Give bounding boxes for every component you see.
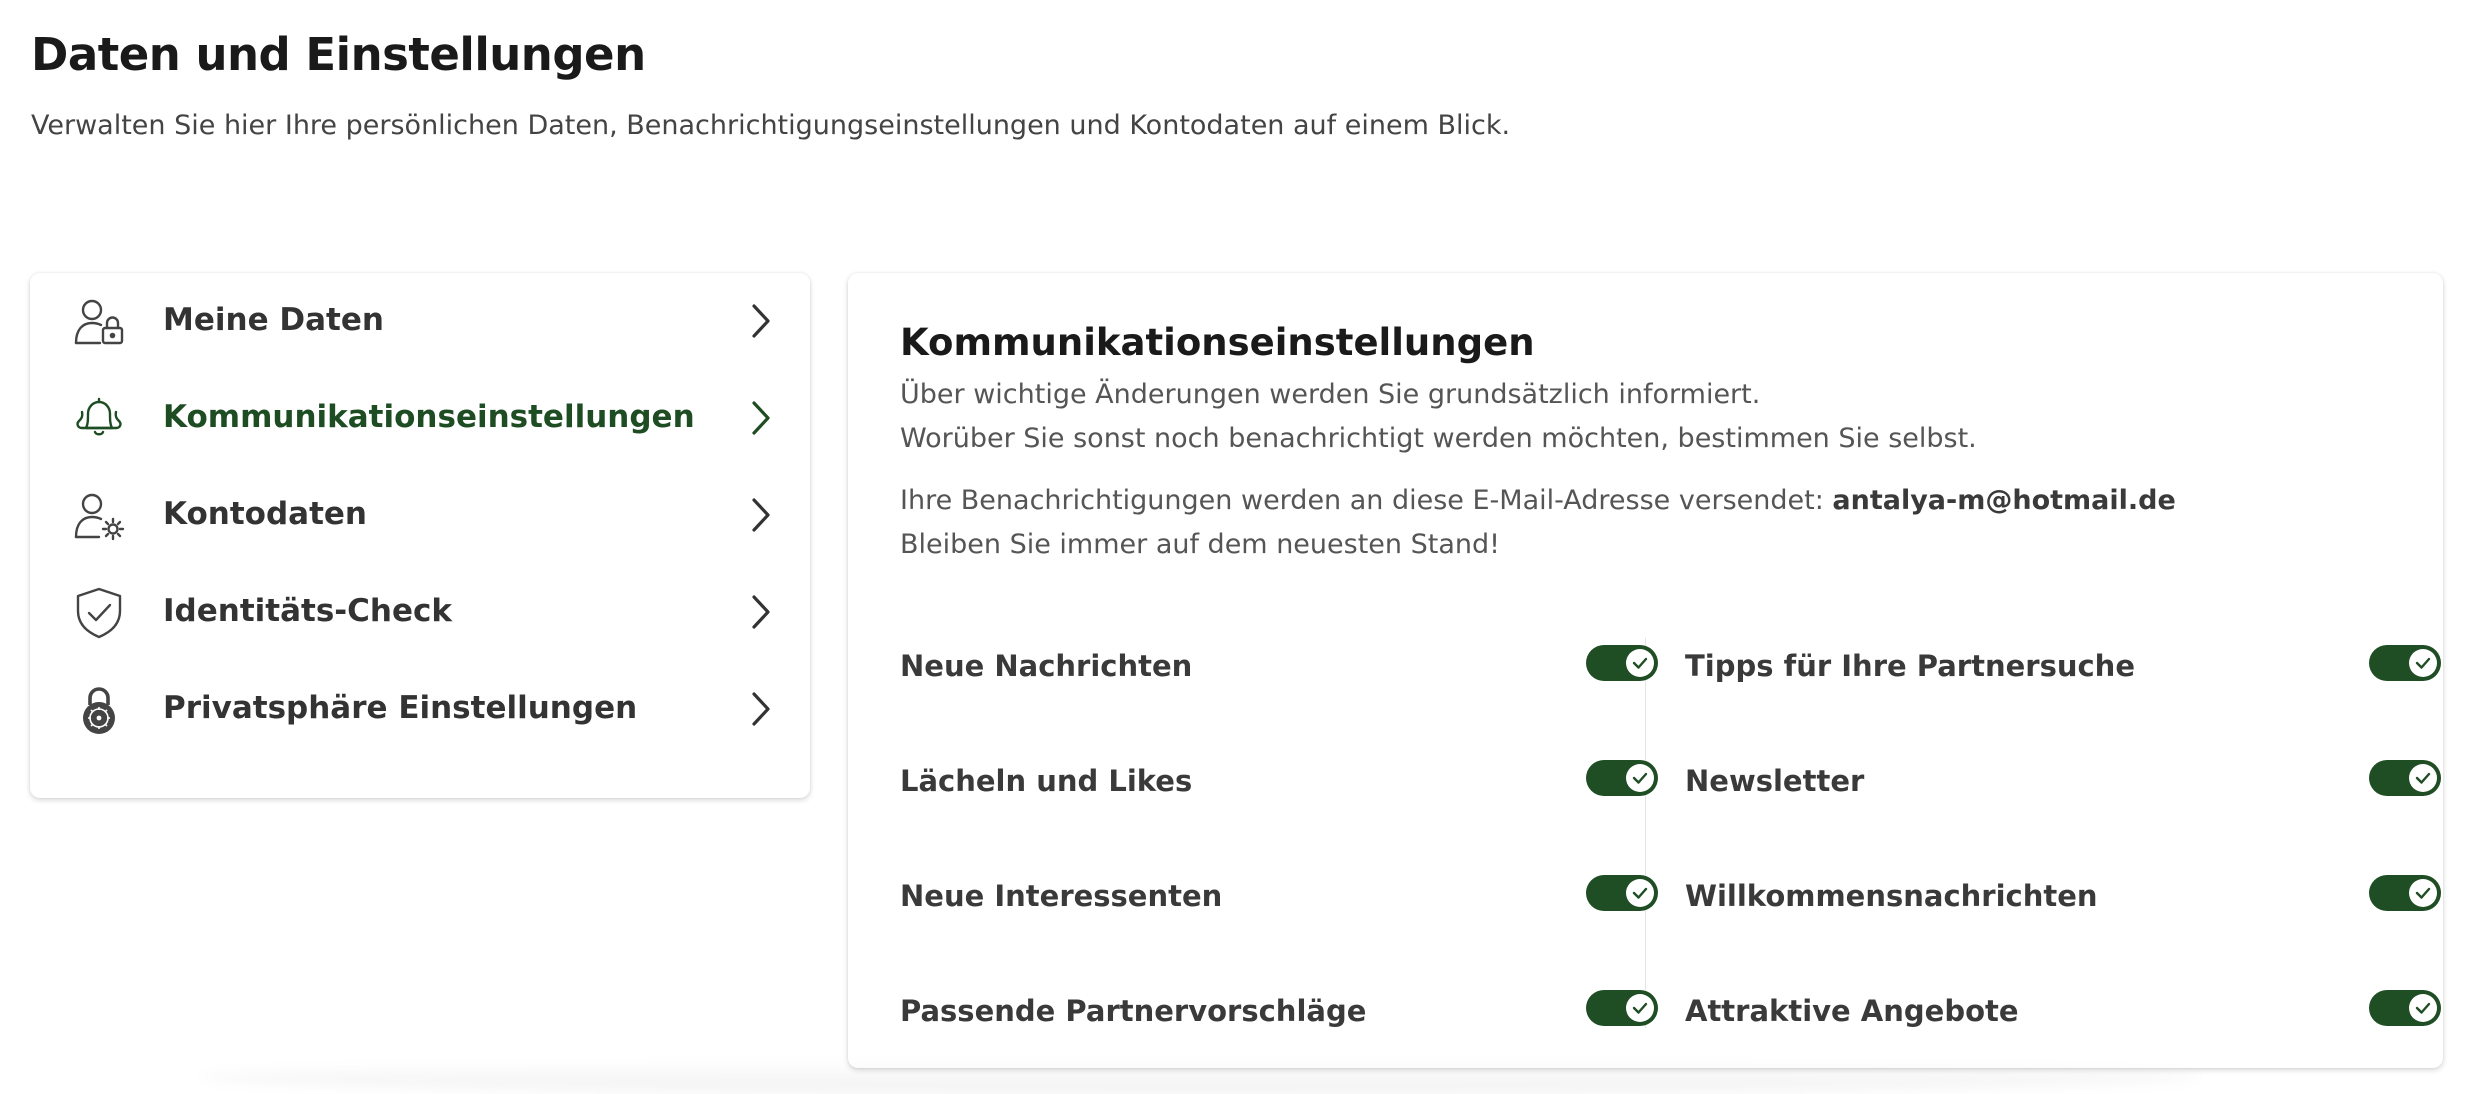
toggle-newsletter[interactable] — [2369, 760, 2441, 796]
user-lock-icon — [70, 293, 128, 351]
chevron-right-icon — [740, 592, 780, 632]
nav-item-kommunikationseinstellungen[interactable]: Kommunikationseinstellungen — [30, 370, 810, 467]
info-text-2: Worüber Sie sonst noch benachrichtigt we… — [900, 423, 1977, 454]
nav-item-identitaets-check[interactable]: Identitäts-Check — [30, 564, 810, 661]
nav-item-label: Privatsphäre Einstellungen — [163, 690, 638, 726]
setting-row-passende-partnervorschlaege: Passende Partnervorschläge — [900, 978, 1660, 1038]
check-icon — [1626, 994, 1654, 1022]
bottom-shadow — [200, 1060, 2200, 1094]
nav-item-meine-daten[interactable]: Meine Daten — [30, 273, 810, 370]
bell-icon — [70, 390, 128, 448]
shield-check-icon — [70, 584, 128, 642]
toggle-neue-interessenten[interactable] — [1586, 875, 1658, 911]
info-text-4: Bleiben Sie immer auf dem neuesten Stand… — [900, 529, 1500, 560]
setting-label: Newsletter — [1685, 764, 1865, 798]
nav-item-label: Meine Daten — [163, 302, 384, 338]
setting-label: Tipps für Ihre Partnersuche — [1685, 649, 2135, 683]
info-text-1: Über wichtige Änderungen werden Sie grun… — [900, 379, 1761, 410]
nav-item-label: Identitäts-Check — [163, 593, 452, 629]
setting-row-newsletter: Newsletter — [1685, 748, 2445, 808]
check-icon — [2409, 994, 2437, 1022]
setting-label: Lächeln und Likes — [900, 764, 1193, 798]
setting-row-attraktive-angebote: Attraktive Angebote — [1685, 978, 2445, 1038]
setting-label: Attraktive Angebote — [1685, 994, 2019, 1028]
chevron-right-icon — [740, 495, 780, 535]
page-title: Daten und Einstellungen — [31, 28, 646, 81]
nav-item-privatsphaere-einstellungen[interactable]: Privatsphäre Einstellungen — [30, 661, 810, 758]
column-divider — [1645, 638, 1646, 1028]
settings-navigation: Meine Daten Kommunikationseinstellungen — [30, 273, 810, 798]
check-icon — [2409, 649, 2437, 677]
padlock-icon — [70, 681, 128, 739]
setting-label: Neue Nachrichten — [900, 649, 1193, 683]
nav-item-label: Kommunikationseinstellungen — [163, 399, 695, 435]
setting-row-laecheln-und-likes: Lächeln und Likes — [900, 748, 1660, 808]
setting-row-neue-interessenten: Neue Interessenten — [900, 863, 1660, 923]
toggle-willkommensnachrichten[interactable] — [2369, 875, 2441, 911]
toggle-passende-partnervorschlaege[interactable] — [1586, 990, 1658, 1026]
email-info-prefix: Ihre Benachrichtigungen werden an diese … — [900, 485, 1833, 516]
setting-row-tipps-partnersuche: Tipps für Ihre Partnersuche — [1685, 633, 2445, 693]
settings-title: Kommunikationseinstellungen — [900, 321, 1535, 364]
check-icon — [1626, 764, 1654, 792]
nav-item-kontodaten[interactable]: Kontodaten — [30, 467, 810, 564]
user-gear-icon — [70, 487, 128, 545]
check-icon — [1626, 649, 1654, 677]
chevron-right-icon — [740, 689, 780, 729]
setting-row-neue-nachrichten: Neue Nachrichten — [900, 633, 1660, 693]
toggle-tipps-partnersuche[interactable] — [2369, 645, 2441, 681]
nav-item-label: Kontodaten — [163, 496, 367, 532]
toggle-attraktive-angebote[interactable] — [2369, 990, 2441, 1026]
communication-settings-panel: Kommunikationseinstellungen Über wichtig… — [848, 273, 2443, 1068]
chevron-right-icon — [740, 398, 780, 438]
check-icon — [2409, 879, 2437, 907]
setting-row-willkommensnachrichten: Willkommensnachrichten — [1685, 863, 2445, 923]
setting-label: Willkommensnachrichten — [1685, 879, 2098, 913]
check-icon — [2409, 764, 2437, 792]
toggle-laecheln-und-likes[interactable] — [1586, 760, 1658, 796]
email-info: Ihre Benachrichtigungen werden an diese … — [900, 485, 2176, 516]
setting-label: Passende Partnervorschläge — [900, 994, 1367, 1028]
chevron-right-icon — [740, 301, 780, 341]
page-subtitle: Verwalten Sie hier Ihre persönlichen Dat… — [31, 110, 1511, 141]
check-icon — [1626, 879, 1654, 907]
email-address: antalya-m@hotmail.de — [1832, 485, 2176, 516]
toggle-neue-nachrichten[interactable] — [1586, 645, 1658, 681]
setting-label: Neue Interessenten — [900, 879, 1223, 913]
